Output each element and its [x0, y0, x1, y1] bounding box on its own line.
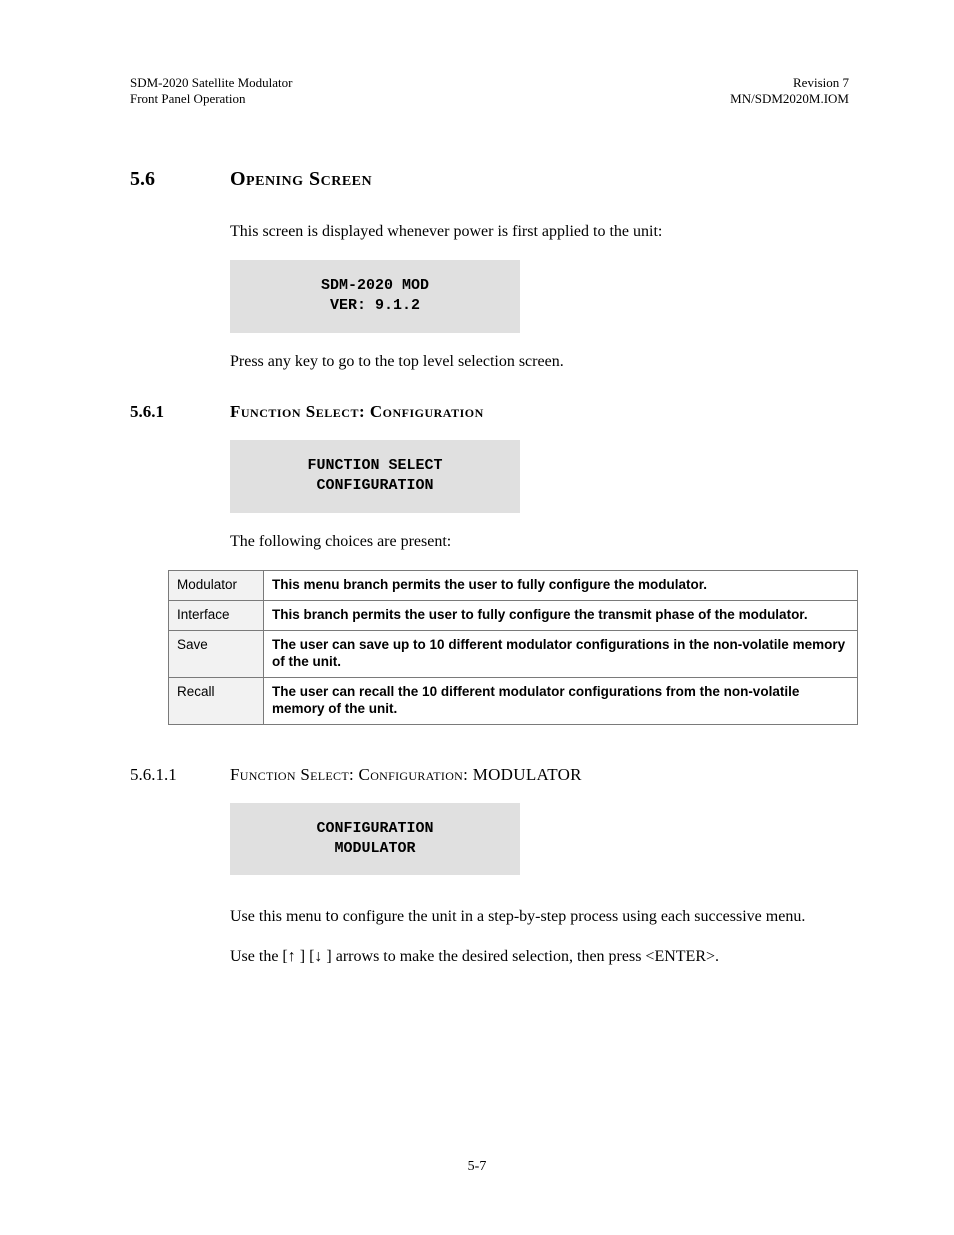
intro-text: This screen is displayed whenever power … — [230, 221, 849, 243]
option-desc: This branch permits the user to fully co… — [264, 601, 858, 631]
table-row: Recall The user can recall the 10 differ… — [169, 677, 858, 724]
page-number: 5-7 — [0, 1159, 954, 1175]
table-row: Modulator This menu branch permits the u… — [169, 571, 858, 601]
option-desc: The user can recall the 10 different mod… — [264, 677, 858, 724]
option-desc: The user can save up to 10 different mod… — [264, 631, 858, 678]
option-label: Modulator — [169, 571, 264, 601]
subsubsection-number: 5.6.1.1 — [130, 765, 230, 785]
subsection-number: 5.6.1 — [130, 402, 230, 422]
section-5-6-1-body: FUNCTION SELECT CONFIGURATION The follow… — [230, 440, 849, 552]
section-5-6-heading: 5.6 Opening Screen — [130, 168, 849, 191]
section-5-6-1-1-heading: 5.6.1.1 Function Select: Configuration: … — [130, 765, 849, 785]
section-5-6-1-1-body: CONFIGURATION MODULATOR Use this menu to… — [230, 803, 849, 968]
arrow-instruction-text: Use the [↑ ] [↓ ] arrows to make the des… — [230, 946, 849, 968]
lcd-screen-config-modulator: CONFIGURATION MODULATOR — [230, 803, 520, 876]
table-row: Save The user can save up to 10 differen… — [169, 631, 858, 678]
table-row: Interface This branch permits the user t… — [169, 601, 858, 631]
choices-intro: The following choices are present: — [230, 531, 849, 553]
page-header: SDM-2020 Satellite Modulator Front Panel… — [130, 75, 849, 108]
header-left: SDM-2020 Satellite Modulator Front Panel… — [130, 75, 293, 108]
option-label: Interface — [169, 601, 264, 631]
lcd-screen-function-select: FUNCTION SELECT CONFIGURATION — [230, 440, 520, 513]
after-text: Press any key to go to the top level sel… — [230, 351, 849, 373]
section-number: 5.6 — [130, 168, 230, 191]
subsubsection-title: Function Select: Configuration: MODULATO… — [230, 765, 582, 785]
section-5-6-1-heading: 5.6.1 Function Select: Configuration — [130, 402, 849, 422]
subsection-title: Function Select: Configuration — [230, 402, 484, 422]
option-label: Recall — [169, 677, 264, 724]
option-label: Save — [169, 631, 264, 678]
section-title: Opening Screen — [230, 168, 372, 191]
document-page: SDM-2020 Satellite Modulator Front Panel… — [0, 0, 954, 1235]
option-desc: This menu branch permits the user to ful… — [264, 571, 858, 601]
config-use-text: Use this menu to configure the unit in a… — [230, 905, 849, 928]
lcd-screen-opening: SDM-2020 MOD VER: 9.1.2 — [230, 260, 520, 333]
header-right: Revision 7 MN/SDM2020M.IOM — [730, 75, 849, 108]
up-arrow-icon: ↑ — [288, 948, 296, 965]
section-5-6-body: This screen is displayed whenever power … — [230, 221, 849, 373]
choices-table: Modulator This menu branch permits the u… — [168, 570, 858, 724]
